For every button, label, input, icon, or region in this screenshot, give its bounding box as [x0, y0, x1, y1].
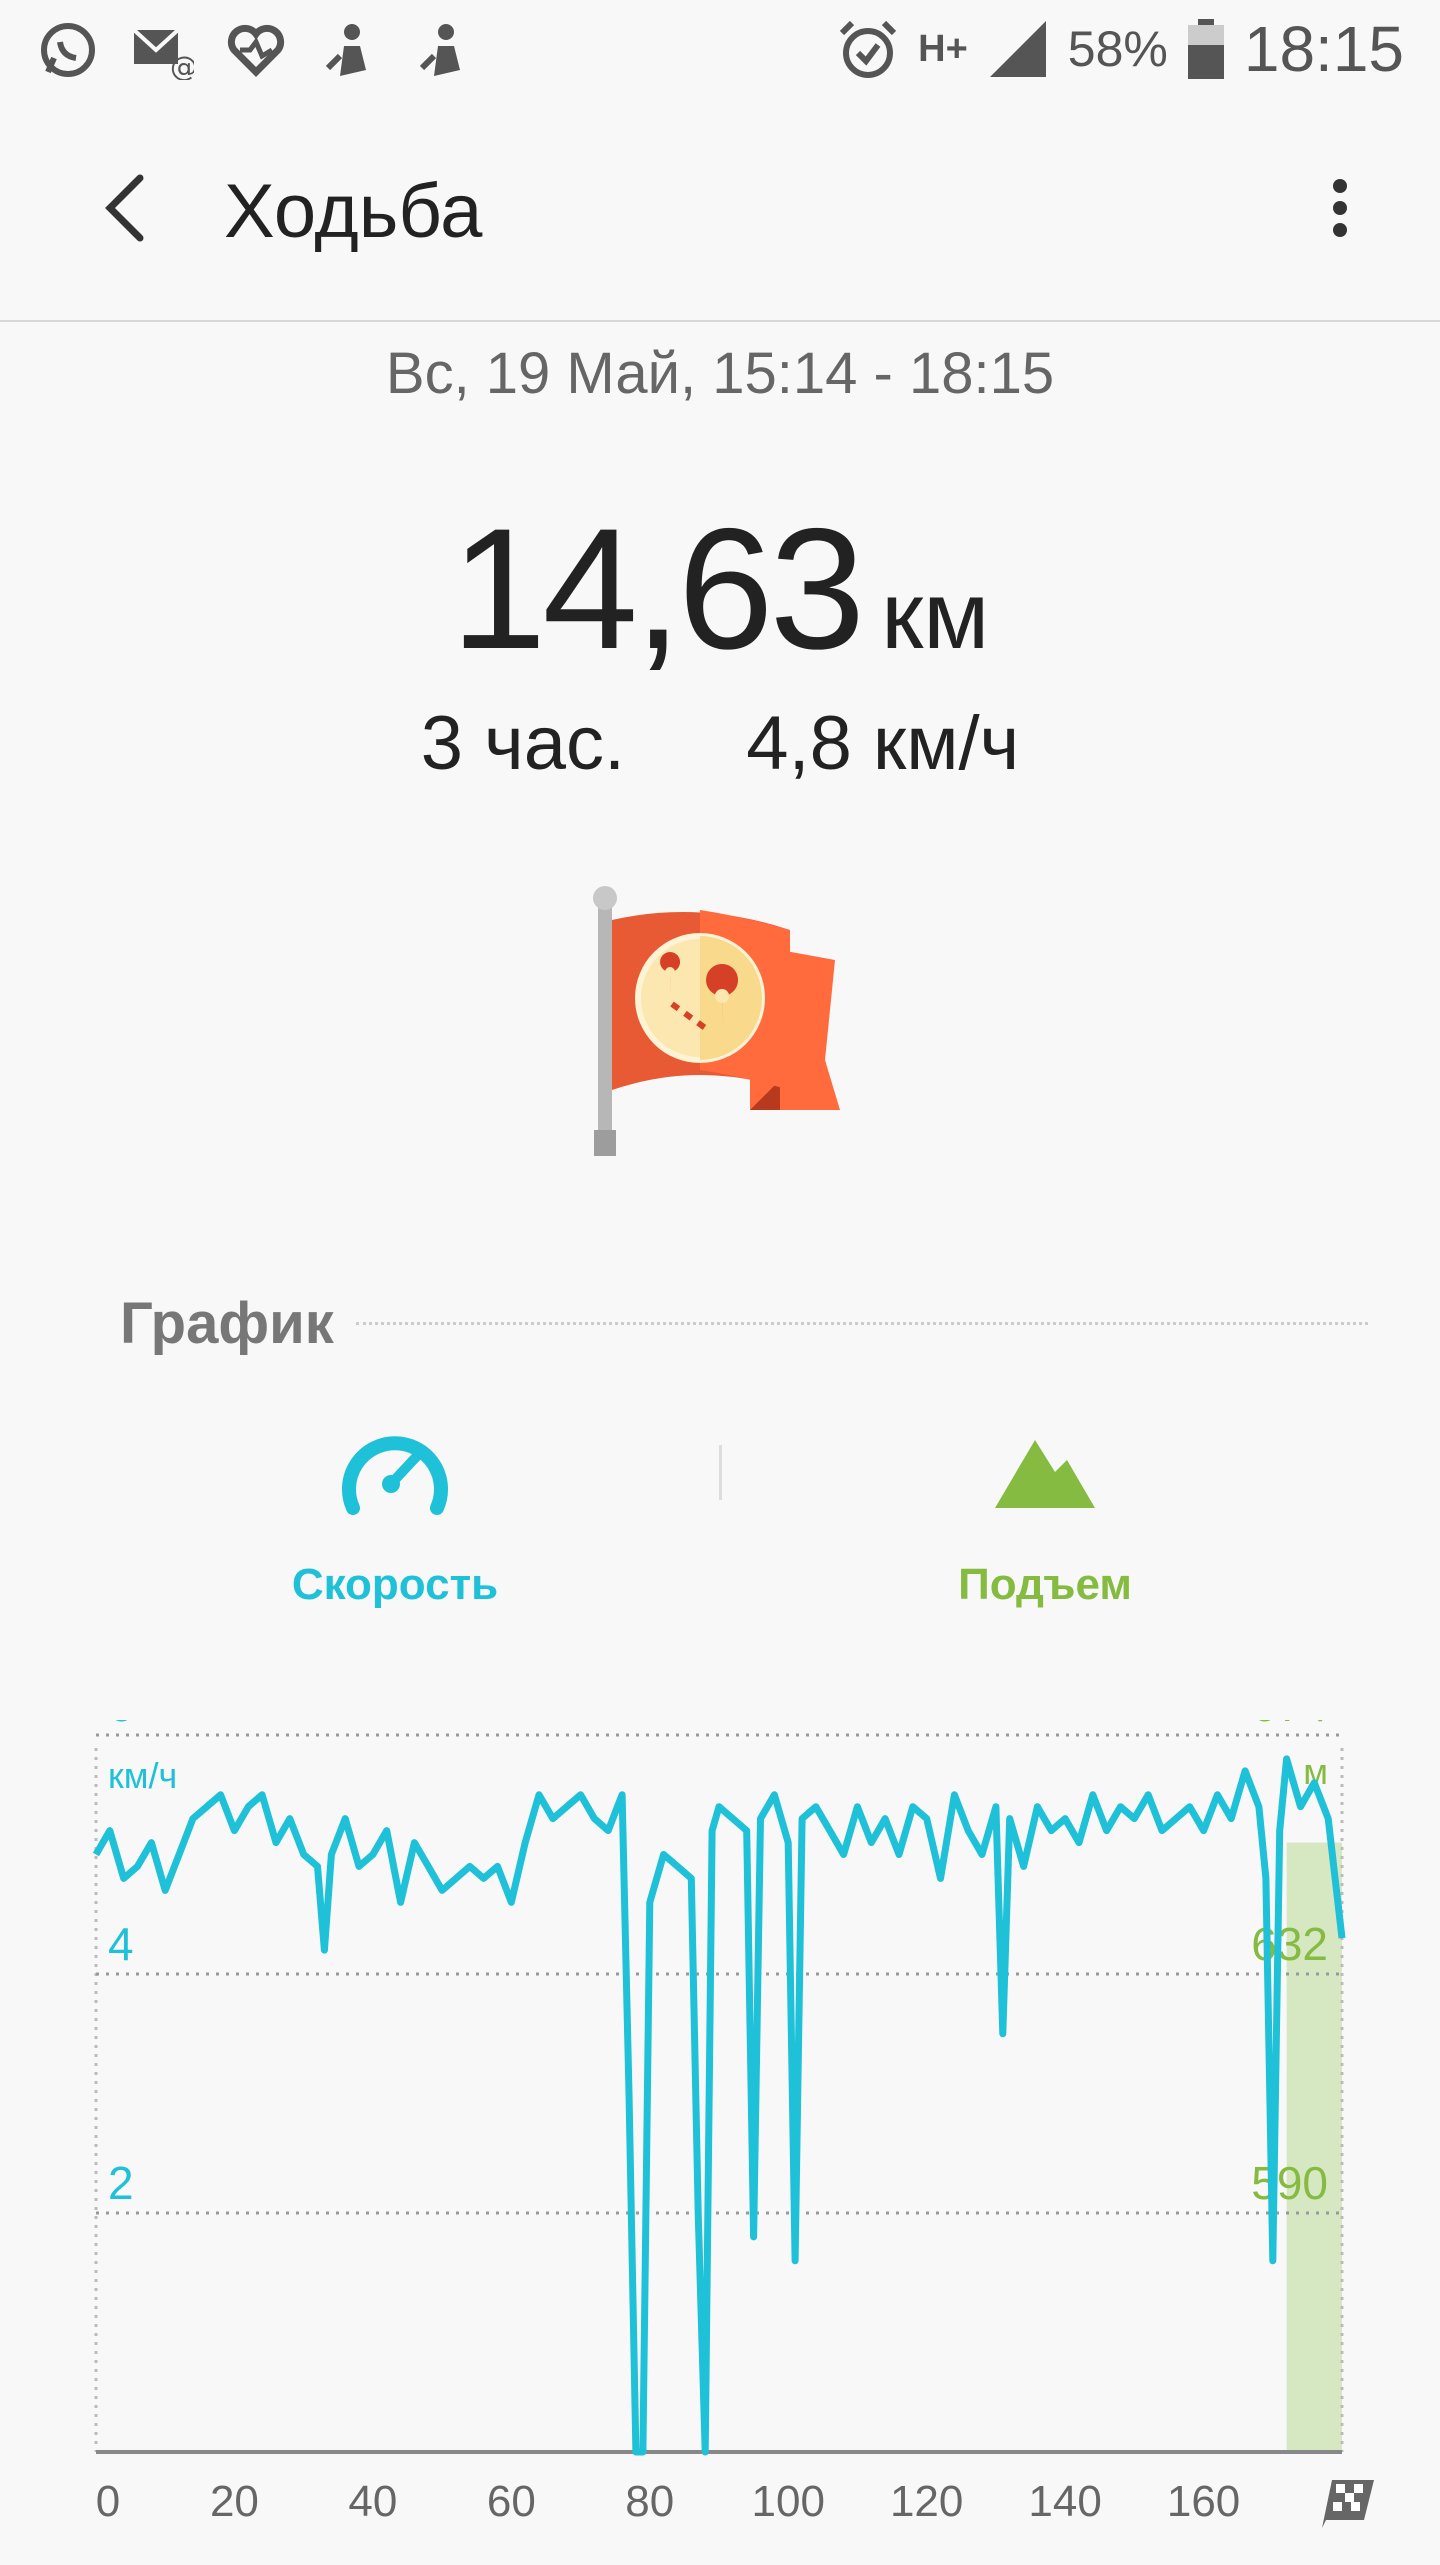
- chart-right-tick: 674: [1251, 1720, 1328, 1731]
- chart-x-tick: 80: [625, 2477, 674, 2526]
- avg-speed-value: 4,8 км/ч: [746, 701, 1020, 786]
- chart-right-tick: 632: [1251, 1918, 1328, 1970]
- chart-left-unit: км/ч: [108, 1755, 177, 1796]
- status-bar: @ H+ 58% 18:15: [0, 0, 1440, 100]
- chart-x-tick: 0: [96, 2477, 120, 2526]
- app-bar: Ходьба: [0, 100, 1440, 322]
- tab-divider: [719, 1445, 722, 1500]
- signal-icon: [986, 17, 1050, 81]
- chart-right-tick: 590: [1251, 2157, 1328, 2209]
- chart-x-tick: 140: [1028, 2477, 1101, 2526]
- svg-text:@: @: [170, 50, 194, 80]
- tab-speed[interactable]: Скорость: [145, 1420, 645, 1610]
- graph-section-title: График: [120, 1291, 334, 1356]
- health-icon: [224, 18, 288, 82]
- person-icon: [318, 18, 382, 82]
- workout-date-range: Вс, 19 Май, 15:14 - 18:15: [385, 341, 1055, 406]
- mountain-icon: [985, 1420, 1105, 1520]
- person-icon: [412, 18, 476, 82]
- tab-speed-label: Скорость: [291, 1560, 499, 1609]
- workout-stats: 3 час. 4,8 км/ч: [0, 700, 1440, 787]
- battery-icon: [1186, 17, 1226, 81]
- distance-unit: км: [881, 562, 990, 669]
- chart-x-tick: 120: [890, 2477, 963, 2526]
- more-options-button[interactable]: [1320, 172, 1360, 252]
- whatsapp-icon: [36, 18, 100, 82]
- chart-left-tick: 2: [108, 2157, 134, 2209]
- distance-value: 14,63: [450, 493, 865, 685]
- speedometer-icon: [335, 1420, 455, 1520]
- duration-value: 3 час.: [420, 701, 626, 786]
- back-button[interactable]: [90, 168, 160, 248]
- alarm-icon: [836, 17, 900, 81]
- chart-x-tick: 60: [487, 2477, 536, 2526]
- system-status: H+ 58% 18:15: [836, 12, 1404, 86]
- chart-x-tick: 100: [752, 2477, 825, 2526]
- chart-left-tick: 6: [108, 1720, 134, 1731]
- more-vert-icon: [1333, 179, 1347, 237]
- section-divider: [356, 1322, 1368, 1325]
- network-type: H+: [918, 27, 968, 70]
- distance-display: 14,63 км: [0, 490, 1440, 688]
- tab-elevation[interactable]: Подъем: [795, 1420, 1295, 1610]
- chart-x-tick: 160: [1167, 2477, 1240, 2526]
- chart-canvas: км/чм25904632667487161075802040608010012…: [92, 1201, 1374, 2528]
- battery-percent: 58%: [1067, 21, 1168, 77]
- chart-left-tick: 4: [108, 1918, 134, 1970]
- tab-elevation-label: Подъем: [958, 1560, 1132, 1609]
- notification-icons: @: [36, 18, 476, 82]
- finish-flag-icon: [1322, 2480, 1374, 2528]
- back-arrow-icon: [105, 174, 144, 242]
- route-flag-icon[interactable]: [590, 880, 850, 1160]
- page-title: Ходьба: [224, 169, 483, 254]
- clock: 18:15: [1243, 13, 1404, 85]
- speed-series-line: [92, 1755, 1346, 2456]
- mail-icon: @: [130, 18, 194, 82]
- chart-x-tick: 20: [210, 2477, 259, 2526]
- chart-x-tick: 40: [348, 2477, 397, 2526]
- speed-elevation-chart: км/чм25904632667487161075802040608010012…: [0, 1201, 1440, 2560]
